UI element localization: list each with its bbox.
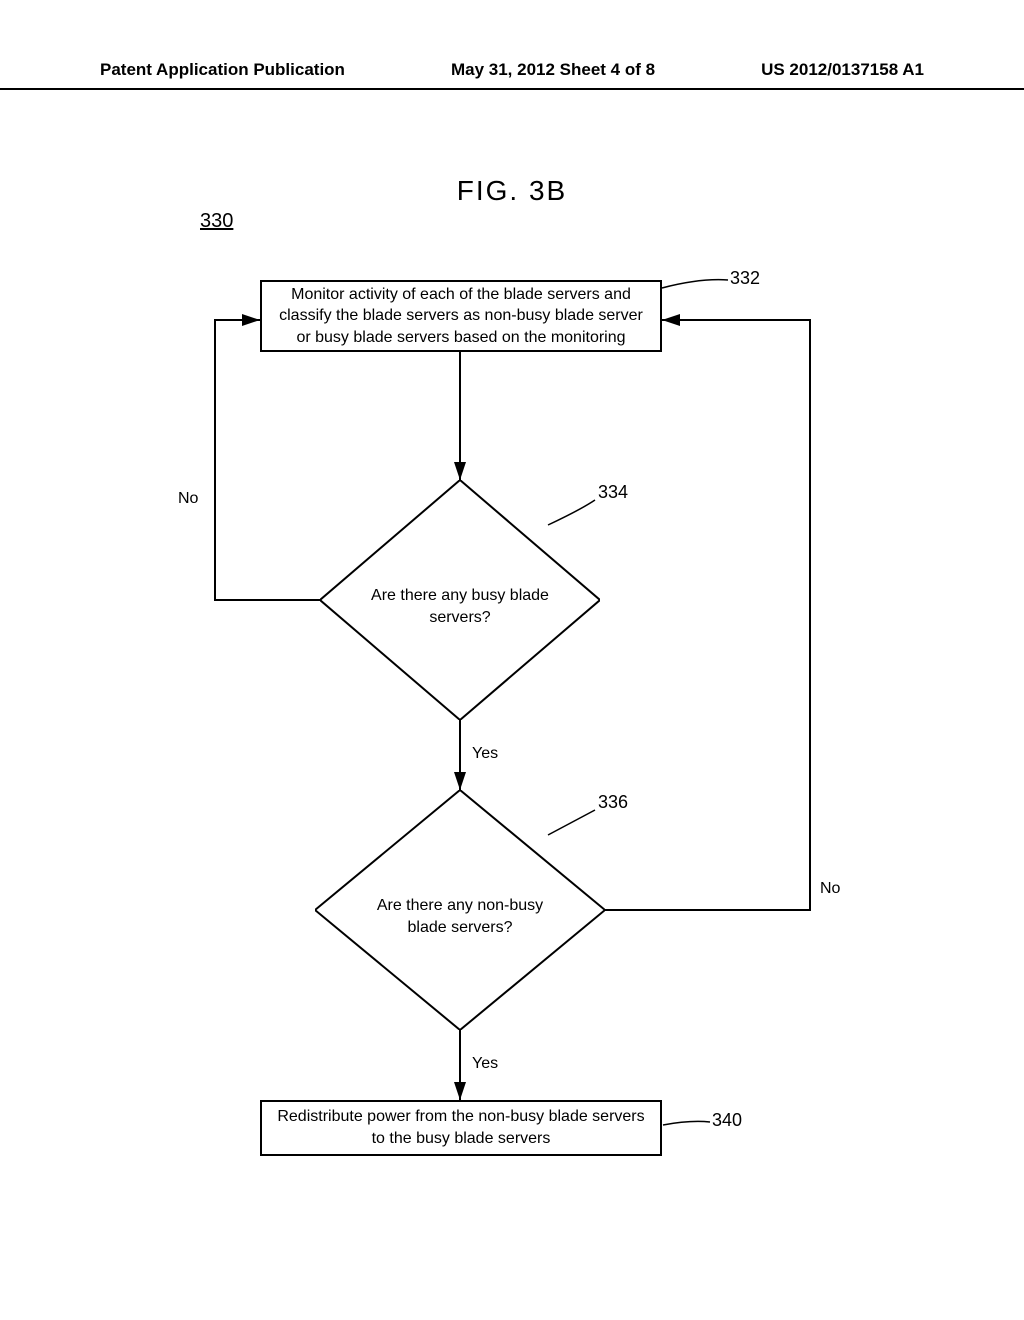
flowchart-diagram: Monitor activity of each of the blade se… (0, 180, 1024, 1280)
ref-336: 336 (598, 792, 628, 813)
header-center: May 31, 2012 Sheet 4 of 8 (451, 60, 655, 80)
edge-label-334-no: No (178, 490, 198, 508)
diamond-336-text: Are there any non-busy blade servers? (315, 895, 605, 938)
flow-node-340: Redistribute power from the non-busy bla… (260, 1100, 662, 1156)
edge-label-334-yes: Yes (472, 745, 498, 763)
flow-node-334: Are there any busy blade servers? (320, 480, 600, 720)
header-left: Patent Application Publication (100, 60, 345, 80)
page-header: Patent Application Publication May 31, 2… (0, 60, 1024, 90)
ref-332: 332 (730, 268, 760, 289)
edge-label-336-yes: Yes (472, 1055, 498, 1073)
ref-334: 334 (598, 482, 628, 503)
flow-node-332: Monitor activity of each of the blade se… (260, 280, 662, 352)
diamond-334-text: Are there any busy blade servers? (320, 585, 600, 628)
header-right: US 2012/0137158 A1 (761, 60, 924, 80)
flow-node-336: Are there any non-busy blade servers? (315, 790, 605, 1030)
ref-340: 340 (712, 1110, 742, 1131)
edge-label-336-no: No (820, 880, 840, 898)
